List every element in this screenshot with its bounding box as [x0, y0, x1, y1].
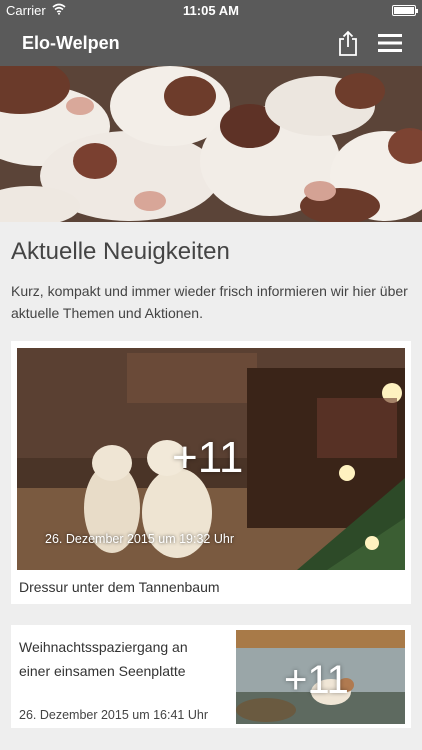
section-headline: Aktuelle Neuigkeiten [11, 238, 230, 265]
post-photo[interactable]: +11 26. Dezember 2015 um 19:32 Uhr [17, 348, 405, 570]
section-intro: Kurz, kompakt und immer wieder frisch in… [11, 283, 408, 321]
battery-icon [392, 5, 418, 16]
nav-bar: Elo-Welpen [0, 20, 422, 66]
clock: 11:05 AM [183, 3, 239, 18]
post-date: 26. Dezember 2015 um 16:41 Uhr [19, 708, 208, 722]
share-icon[interactable] [336, 30, 360, 56]
post-caption[interactable]: Weihnachtsspaziergang an einer einsamen … [19, 635, 219, 683]
post-card[interactable]: Weihnachtsspaziergang an einer einsamen … [11, 625, 411, 728]
post-caption[interactable]: Dressur unter dem Tannenbaum [19, 579, 220, 595]
post-photo[interactable]: +11 [236, 630, 405, 724]
app-title: Elo-Welpen [22, 33, 120, 53]
photo-count-badge: +11 [172, 433, 244, 482]
hamburger-menu-icon[interactable] [378, 32, 402, 54]
photo-count-badge: +11 [284, 658, 349, 702]
status-bar: Carrier 11:05 AM [0, 0, 422, 20]
hero-image [0, 66, 422, 222]
post-card[interactable]: +11 26. Dezember 2015 um 19:32 Uhr Dress… [11, 341, 411, 604]
post-date: 26. Dezember 2015 um 19:32 Uhr [45, 532, 234, 546]
